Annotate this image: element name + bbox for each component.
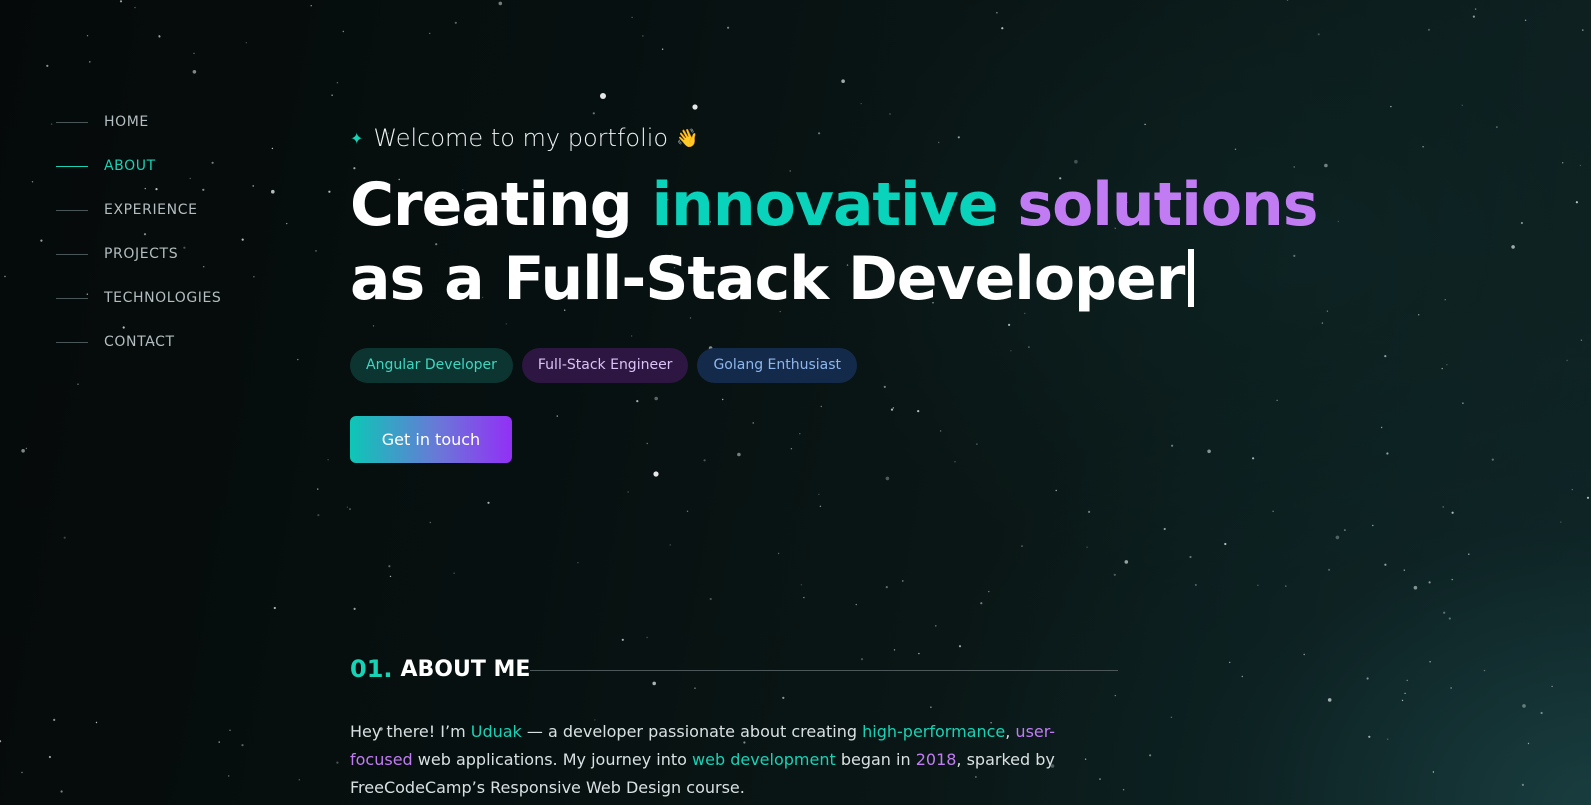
- nav-indicator-line: [56, 297, 88, 299]
- tag-angular-developer: Angular Developer: [350, 348, 513, 383]
- headline-highlight-innovative: innovative: [651, 170, 999, 240]
- role-tags: Angular Developer Full-Stack Engineer Go…: [350, 348, 1318, 383]
- tag-golang-enthusiast: Golang Enthusiast: [697, 348, 858, 383]
- get-in-touch-button[interactable]: Get in touch: [350, 416, 512, 463]
- nav-item-label: PROJECTS: [104, 246, 179, 262]
- hero-section: ✦ Welcome to my portfolio 👋 Creating inn…: [350, 124, 1319, 463]
- about-section-heading: 01. ABOUT ME: [350, 655, 530, 683]
- nav-item-label: CONTACT: [104, 334, 175, 350]
- about-text-segment: began in: [835, 750, 916, 769]
- about-highlight-web-development: web development: [692, 750, 836, 769]
- nav-indicator-line: [56, 165, 88, 167]
- about-highlight-year: 2018: [915, 750, 957, 769]
- nav-item-technologies[interactable]: TECHNOLOGIES: [56, 276, 221, 320]
- headline-highlight-solutions: solutions: [1017, 170, 1318, 240]
- about-paragraph: Hey there! I’m Uduak — a developer passi…: [350, 718, 1090, 802]
- section-number: 01.: [350, 655, 393, 683]
- about-text-segment: Hey there! I’m: [350, 722, 471, 741]
- nav-item-about[interactable]: ABOUT: [56, 144, 221, 188]
- nav-item-label: TECHNOLOGIES: [104, 290, 222, 306]
- nav-item-label: EXPERIENCE: [104, 202, 198, 218]
- section-title: ABOUT ME: [400, 656, 531, 682]
- nav-indicator-line: [56, 253, 88, 255]
- headline-line2: as a Full-Stack Developer: [350, 244, 1185, 314]
- section-divider: [530, 670, 1118, 671]
- nav-item-contact[interactable]: CONTACT: [56, 320, 221, 364]
- nav-item-experience[interactable]: EXPERIENCE: [56, 188, 221, 232]
- welcome-line: ✦ Welcome to my portfolio 👋: [350, 124, 1318, 152]
- nav-indicator-line: [56, 209, 88, 211]
- sparkle-icon: ✦: [350, 128, 364, 148]
- nav-indicator-line: [56, 121, 88, 123]
- about-highlight-performance: high-performance: [862, 722, 1006, 741]
- nav-item-label: HOME: [104, 114, 149, 130]
- waving-hand-icon: 👋: [676, 127, 699, 149]
- nav-indicator-line: [56, 341, 88, 343]
- about-text-segment: ,: [1005, 722, 1016, 741]
- nav-item-home[interactable]: HOME: [56, 100, 221, 144]
- about-name-highlight: Uduak: [470, 722, 522, 741]
- nav-item-label: ABOUT: [104, 158, 156, 174]
- nav-item-projects[interactable]: PROJECTS: [56, 232, 221, 276]
- about-text-segment: — a developer passionate about creating: [521, 722, 863, 741]
- side-nav: HOME ABOUT EXPERIENCE PROJECTS TECHNOLOG…: [56, 100, 221, 364]
- welcome-text: Welcome to my portfolio: [373, 124, 669, 152]
- tag-full-stack-engineer: Full-Stack Engineer: [521, 348, 689, 383]
- headline-prefix: Creating: [350, 170, 652, 240]
- typing-cursor: [1188, 249, 1195, 307]
- hero-headline: Creating innovative solutions as a Full-…: [350, 168, 1319, 316]
- about-text-segment: web applications. My journey into: [412, 750, 693, 769]
